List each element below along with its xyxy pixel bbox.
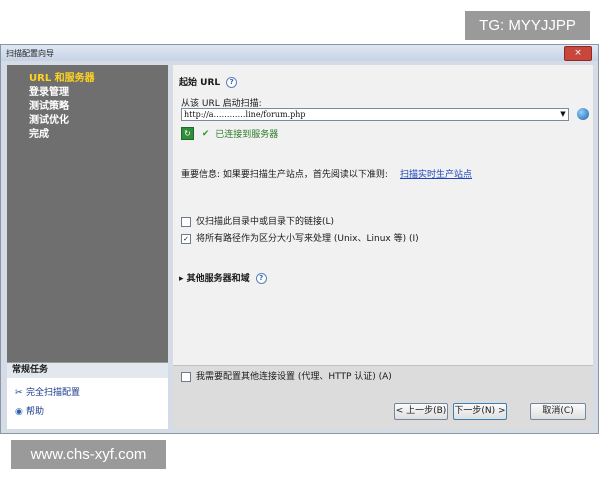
other-servers-expander[interactable]: ▸ 其他服务器和域? — [179, 271, 267, 284]
help-icon: ◉ — [15, 407, 23, 417]
watermark-top: TG: MYYJJPP — [465, 11, 590, 40]
step-test-strategy[interactable]: 测试策略 — [29, 100, 95, 114]
help-icon[interactable]: ? — [226, 77, 238, 88]
back-button[interactable]: < 上一步(B) — [394, 403, 448, 420]
watermark-bottom: www.chs-xyf.com — [11, 440, 166, 469]
wizard-content: 起始 URL? 从该 URL 启动扫描: http://a…………line/fo… — [173, 65, 593, 429]
check-icon: ✔ — [201, 128, 210, 139]
connection-status: ↻ ✔ 已连接到服务器 — [181, 127, 278, 140]
cancel-button[interactable]: 取消(C) — [530, 403, 586, 420]
common-tasks-title: 常规任务 — [7, 363, 168, 378]
limit-directory-option[interactable]: 仅扫描此目录中或目录下的链接(L) — [181, 214, 334, 227]
case-sensitive-option[interactable]: ✓ 将所有路径作为区分大小写来处理 (Unix、Linux 等) (I) — [181, 231, 419, 244]
step-finish[interactable]: 完成 — [29, 128, 95, 142]
task-full-scan-config[interactable]: ✂ 完全扫描配置 — [15, 385, 80, 398]
title-bar: 扫描配置向导 × — [1, 45, 598, 61]
connection-settings-option[interactable]: 我需要配置其他连接设置 (代理、HTTP 认证) (A) — [181, 369, 392, 382]
production-scan-link[interactable]: 扫描实时生产站点 — [400, 170, 472, 180]
step-test-optimization[interactable]: 测试优化 — [29, 114, 95, 128]
start-url-input[interactable]: http://a…………line/forum.php ▼ — [181, 108, 569, 121]
window-title: 扫描配置向导 — [6, 49, 54, 58]
checkbox-checked[interactable]: ✓ — [181, 233, 191, 244]
status-text: 已连接到服务器 — [215, 130, 279, 140]
checkbox-unchecked[interactable] — [181, 371, 191, 382]
chevron-down-icon[interactable]: ▼ — [558, 109, 568, 120]
step-login-management[interactable]: 登录管理 — [29, 86, 95, 100]
wizard-footer: 我需要配置其他连接设置 (代理、HTTP 认证) (A) < 上一步(B) 下一… — [173, 365, 593, 429]
refresh-icon[interactable]: ↻ — [181, 127, 194, 140]
checkbox-unchecked[interactable] — [181, 216, 191, 227]
section-title: 起始 URL? — [179, 75, 238, 88]
close-button[interactable]: × — [564, 46, 592, 61]
wizard-sidebar: URL 和服务器 登录管理 测试策略 测试优化 完成 常规任务 ✂ 完全扫描配置 … — [7, 65, 168, 429]
notice: 重要信息: 如果要扫描生产站点，首先阅读以下准则: 扫描实时生产站点 — [181, 170, 472, 180]
wizard-steps: URL 和服务器 登录管理 测试策略 测试优化 完成 — [29, 72, 95, 142]
triangle-right-icon: ▸ — [179, 274, 184, 284]
tools-icon: ✂ — [15, 388, 23, 398]
task-help[interactable]: ◉ 帮助 — [15, 404, 44, 417]
next-button[interactable]: 下一步(N) > — [453, 403, 507, 420]
step-url-server[interactable]: URL 和服务器 — [29, 72, 95, 86]
globe-icon[interactable] — [577, 108, 589, 120]
scan-config-wizard-window: 扫描配置向导 × URL 和服务器 登录管理 测试策略 测试优化 完成 常规任务… — [0, 44, 599, 434]
help-icon[interactable]: ? — [255, 273, 267, 284]
common-tasks-panel: 常规任务 ✂ 完全扫描配置 ◉ 帮助 — [7, 362, 168, 429]
